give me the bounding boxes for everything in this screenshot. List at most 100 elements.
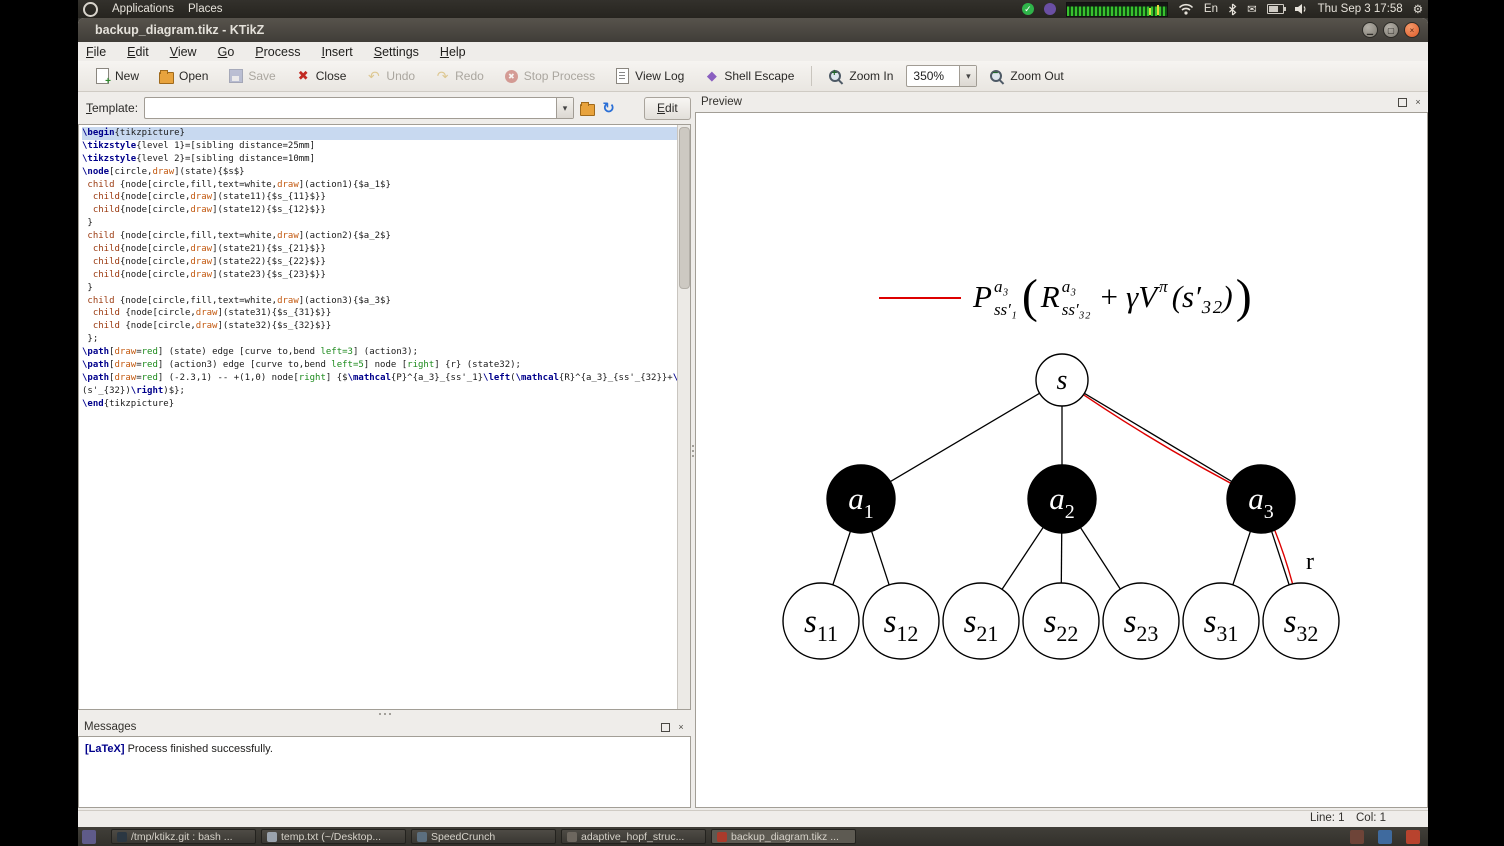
taskbar-item[interactable]: temp.txt (~/Desktop... — [261, 829, 406, 844]
code-line[interactable]: child {node[circle,fill,text=white,draw]… — [82, 295, 677, 308]
preview-close-icon[interactable]: × — [1412, 96, 1424, 108]
taskbar-tray-icon-1[interactable] — [1350, 829, 1364, 844]
zoom-level-combobox[interactable]: 350% ▾ — [906, 65, 978, 87]
system-monitor-graph[interactable] — [1065, 1, 1168, 17]
code-line[interactable]: (s'_{32})\right)$}; — [82, 385, 677, 398]
code-line[interactable]: child{node[circle,draw](state23){$s_{23}… — [82, 269, 677, 282]
code-line[interactable]: child {node[circle,fill,text=white,draw]… — [82, 230, 677, 243]
formula: Pa₃ ss′₁(Ra₃ ss′₃₂ + γV π (s′₃₂)) — [973, 269, 1252, 323]
status-col: Col: 1 — [1356, 812, 1387, 824]
code-line[interactable]: \path[draw=red] (action3) edge [curve to… — [82, 359, 677, 372]
template-browse-folder-icon[interactable] — [580, 101, 596, 116]
open-folder-icon — [159, 69, 175, 84]
taskbar-item-label: temp.txt (~/Desktop... — [281, 830, 382, 843]
editor-messages-splitter[interactable] — [78, 710, 691, 718]
minimize-button[interactable]: ▁ — [1362, 22, 1378, 38]
mail-indicator-icon[interactable]: ✉ — [1247, 2, 1257, 16]
applications-menu[interactable]: Applications — [112, 3, 174, 15]
code-line[interactable]: child{node[circle,draw](state22){$s_{22}… — [82, 256, 677, 269]
taskbar-item-label: SpeedCrunch — [431, 830, 496, 843]
show-desktop-icon[interactable] — [82, 829, 96, 844]
zoom-dropdown-arrow-icon[interactable]: ▾ — [959, 66, 977, 86]
taskbar-item[interactable]: /tmp/ktikz.git : bash ... — [111, 829, 256, 844]
code-line[interactable]: \node[circle,draw](state){$s$} — [82, 166, 677, 179]
code-editor[interactable]: \begin{tikzpicture} \tikzstyle{level 1}=[… — [78, 124, 691, 710]
code-line[interactable]: \end{tikzpicture} — [82, 398, 677, 411]
svg-text:r: r — [1306, 549, 1314, 575]
code-line[interactable]: \begin{tikzpicture} — [82, 127, 677, 140]
window-controls: ▁ ▢ × — [1362, 22, 1428, 38]
open-button[interactable]: Open — [152, 65, 215, 88]
preview-float-icon[interactable] — [1396, 96, 1408, 108]
code-line[interactable]: child{node[circle,draw](state11){$s_{11}… — [82, 191, 677, 204]
template-combobox[interactable]: ▾ — [144, 97, 575, 119]
taskbar-tray-icon-3[interactable] — [1406, 829, 1420, 844]
menu-file[interactable]: File — [86, 45, 106, 59]
preview-dock-header: Preview × — [695, 92, 1428, 112]
desktop: Applications Places ✓ En ✉ Thu Sep 3 17:… — [78, 0, 1428, 846]
editor-vertical-scrollbar[interactable] — [677, 125, 690, 709]
code-line[interactable]: } — [82, 282, 677, 295]
redo-icon: ↷ — [436, 67, 449, 84]
code-line[interactable]: child {node[circle,draw](state32){$s_{32… — [82, 320, 677, 333]
keyboard-layout-indicator[interactable]: En — [1204, 3, 1218, 15]
template-edit-button[interactable]: Edit — [644, 96, 691, 120]
messages-close-icon[interactable]: × — [675, 721, 687, 733]
template-dropdown-arrow-icon[interactable]: ▾ — [556, 98, 574, 118]
maximize-button[interactable]: ▢ — [1383, 22, 1399, 38]
taskbar-tray-icon-2[interactable] — [1378, 829, 1392, 844]
workspace: Template: ▾ ↻ Edit \begin{tikzpicture} \t… — [78, 92, 1428, 810]
menu-edit[interactable]: Edit — [127, 45, 149, 59]
code-line[interactable]: }; — [82, 333, 677, 346]
menu-view[interactable]: View — [170, 45, 197, 59]
taskbar-item-label: adaptive_hopf_struc... — [581, 830, 685, 843]
code-line[interactable]: child{node[circle,draw](state21){$s_{21}… — [82, 243, 677, 256]
bluetooth-icon[interactable] — [1228, 3, 1237, 16]
app-indicator-icon[interactable] — [1043, 3, 1056, 15]
menu-settings[interactable]: Settings — [374, 45, 419, 59]
new-button[interactable]: New — [88, 65, 146, 88]
code-line[interactable]: \tikzstyle{level 2}=[sibling distance=10… — [82, 153, 677, 166]
text-file-icon — [267, 831, 277, 842]
taskbar-item[interactable]: adaptive_hopf_struc... — [561, 829, 706, 844]
code-line[interactable]: \path[draw=red] (state) edge [curve to,b… — [82, 346, 677, 359]
code-line[interactable]: \path[draw=red] (-2.3,1) -- +(1,0) node[… — [82, 372, 677, 385]
zoom-in-button[interactable]: + Zoom In — [822, 65, 900, 88]
zoom-out-label: Zoom Out — [1010, 69, 1064, 83]
preview-title: Preview — [701, 96, 742, 108]
code-editor-text[interactable]: \begin{tikzpicture} \tikzstyle{level 1}=[… — [80, 126, 677, 708]
messages-float-icon[interactable] — [659, 721, 671, 733]
calculator-icon — [417, 831, 427, 842]
code-line[interactable]: \tikzstyle{level 1}=[sibling distance=25… — [82, 140, 677, 153]
code-line[interactable]: child{node[circle,draw](state12){$s_{12}… — [82, 204, 677, 217]
code-line[interactable]: child {node[circle,fill,text=white,draw]… — [82, 179, 677, 192]
template-label: Template: — [86, 101, 139, 115]
close-file-button[interactable]: ✖ Close — [289, 65, 354, 88]
distributor-logo-icon[interactable] — [83, 1, 98, 17]
clock[interactable]: Thu Sep 3 17:58 — [1318, 3, 1403, 15]
taskbar-item[interactable]: backup_diagram.tikz ... — [711, 829, 856, 844]
update-ok-indicator-icon[interactable]: ✓ — [1021, 3, 1034, 15]
menu-go[interactable]: Go — [218, 45, 235, 59]
preview-canvas: s a1 a2 a3 s11 s12 s21 s22 s23 s31 s32 r Pa₃ ss′₁(Ra… — [695, 112, 1428, 808]
code-line[interactable]: child {node[circle,draw](state31){$s_{31… — [82, 307, 677, 320]
zoom-out-button[interactable]: − Zoom Out — [983, 65, 1070, 88]
menu-process[interactable]: Process — [255, 45, 300, 59]
menu-insert[interactable]: Insert — [321, 45, 352, 59]
taskbar-items: /tmp/ktikz.git : bash ... temp.txt (~/Des… — [111, 829, 856, 844]
editor-scrollbar-thumb[interactable] — [679, 127, 690, 289]
template-reload-icon[interactable]: ↻ — [601, 100, 616, 117]
view-log-button[interactable]: View Log — [608, 65, 691, 88]
battery-icon[interactable] — [1266, 4, 1286, 14]
volume-icon[interactable] — [1294, 3, 1308, 15]
places-menu[interactable]: Places — [188, 3, 223, 15]
shell-escape-button[interactable]: ◆ Shell Escape — [697, 65, 801, 88]
session-gear-icon[interactable]: ⚙ — [1413, 2, 1423, 16]
stop-process-button: ✖ Stop Process — [497, 65, 602, 88]
menu-help[interactable]: Help — [440, 45, 466, 59]
code-line[interactable]: } — [82, 217, 677, 230]
wifi-icon[interactable] — [1178, 3, 1194, 15]
close-window-button[interactable]: × — [1404, 22, 1420, 38]
taskbar-item[interactable]: SpeedCrunch — [411, 829, 556, 844]
zoom-level-value: 350% — [913, 69, 945, 83]
